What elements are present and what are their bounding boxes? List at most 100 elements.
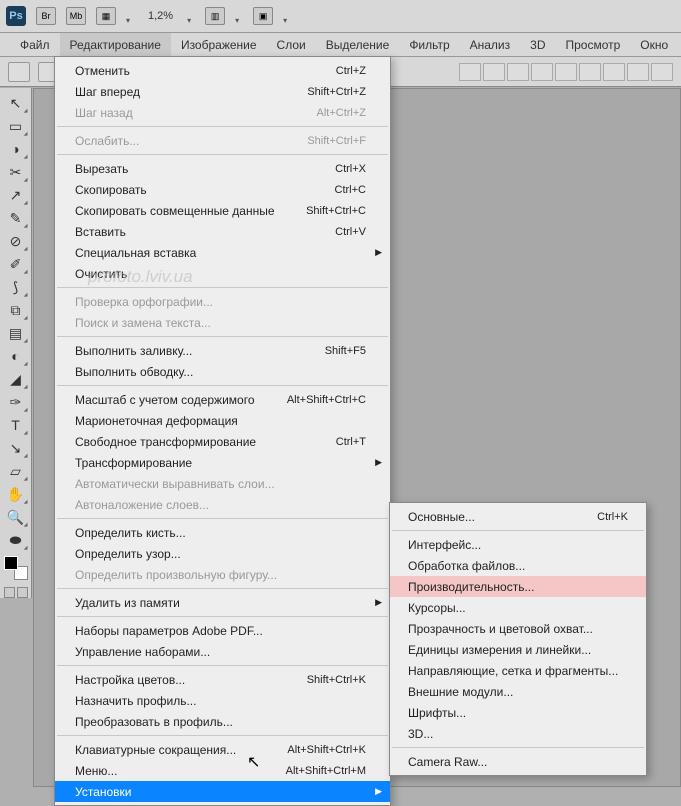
menu-item[interactable]: Производительность... [390, 576, 646, 597]
menu-item-label: Автоматически выравнивать слои... [75, 477, 275, 491]
menu-item[interactable]: ВырезатьCtrl+X [55, 158, 390, 179]
zoom-level[interactable]: 1,2% [144, 10, 177, 22]
dropdown-arrow-icon[interactable] [235, 12, 243, 20]
menu-item[interactable]: Настройка цветов...Shift+Ctrl+K [55, 669, 390, 690]
tool-14[interactable]: T [3, 414, 29, 436]
tool-2[interactable]: ◑ [3, 138, 29, 160]
menu-item[interactable]: 3D... [390, 723, 646, 744]
bridge-icon[interactable]: Br [36, 7, 56, 25]
tool-16[interactable]: ▱ [3, 460, 29, 482]
menu-item[interactable]: Скопировать совмещенные данныеShift+Ctrl… [55, 200, 390, 221]
menu-item[interactable]: ОтменитьCtrl+Z [55, 60, 390, 81]
menu-filter[interactable]: Фильтр [399, 33, 459, 56]
menu-item[interactable]: Выполнить обводку... [55, 361, 390, 382]
screen-icon[interactable]: ▣ [253, 7, 273, 25]
tool-18[interactable]: 🔍 [3, 506, 29, 528]
fg-color[interactable] [4, 556, 18, 570]
arrange-icon[interactable]: ▥ [205, 7, 225, 25]
align-icon[interactable] [651, 63, 673, 81]
mask-icon[interactable] [17, 587, 28, 598]
menu-separator [57, 588, 388, 589]
menu-item-label: Клавиатурные сокращения... [75, 743, 236, 757]
tool-9[interactable]: ⧉ [3, 299, 29, 321]
menu-select[interactable]: Выделение [316, 33, 400, 56]
tool-10[interactable]: ▤ [3, 322, 29, 344]
ps-logo-icon: Ps [6, 6, 26, 26]
menu-3d[interactable]: 3D [520, 33, 555, 56]
tool-6[interactable]: ⊘ [3, 230, 29, 252]
align-icon[interactable] [579, 63, 601, 81]
minibridge-icon[interactable]: Mb [66, 7, 86, 25]
menu-item[interactable]: Трансформирование▶ [55, 452, 390, 473]
align-icon[interactable] [507, 63, 529, 81]
tool-15[interactable]: ↘ [3, 437, 29, 459]
tool-1[interactable]: ▭ [3, 115, 29, 137]
menu-item[interactable]: Курсоры... [390, 597, 646, 618]
menu-item[interactable]: Преобразовать в профиль... [55, 711, 390, 732]
menu-item[interactable]: Масштаб с учетом содержимогоAlt+Shift+Ct… [55, 389, 390, 410]
menu-shortcut: Shift+Ctrl+C [306, 205, 366, 217]
tool-19[interactable]: ⬬ [3, 529, 29, 551]
tool-7[interactable]: ✐ [3, 253, 29, 275]
menu-item[interactable]: Основные...Ctrl+K [390, 506, 646, 527]
menu-item-label: Настройка цветов... [75, 673, 185, 687]
dropdown-arrow-icon[interactable] [283, 12, 291, 20]
dropdown-arrow-icon[interactable] [126, 12, 134, 20]
menu-separator [57, 287, 388, 288]
menu-item[interactable]: Шаг впередShift+Ctrl+Z [55, 81, 390, 102]
menu-image[interactable]: Изображение [171, 33, 267, 56]
tool-12[interactable]: ◢ [3, 368, 29, 390]
menu-item[interactable]: Внешние модули... [390, 681, 646, 702]
tool-11[interactable]: ◐ [3, 345, 29, 367]
align-icon[interactable] [459, 63, 481, 81]
tool-8[interactable]: ⟆ [3, 276, 29, 298]
tool-17[interactable]: ✋ [3, 483, 29, 505]
menu-item[interactable]: Меню...Alt+Shift+Ctrl+M [55, 760, 390, 781]
menu-item[interactable]: Марионеточная деформация [55, 410, 390, 431]
tool-3[interactable]: ✂ [3, 161, 29, 183]
menu-item[interactable]: Определить кисть... [55, 522, 390, 543]
tool-preset-icon[interactable] [8, 62, 30, 82]
align-icon[interactable] [483, 63, 505, 81]
tool-5[interactable]: ✎ [3, 207, 29, 229]
menu-item[interactable]: Специальная вставка▶ [55, 242, 390, 263]
menu-item-label: Выполнить обводку... [75, 365, 193, 379]
menu-analysis[interactable]: Анализ [460, 33, 521, 56]
menu-layers[interactable]: Слои [267, 33, 316, 56]
menu-item[interactable]: СкопироватьCtrl+C [55, 179, 390, 200]
menu-window[interactable]: Окно [630, 33, 678, 56]
menu-item[interactable]: Направляющие, сетка и фрагменты... [390, 660, 646, 681]
menu-item[interactable]: Назначить профиль... [55, 690, 390, 711]
align-icon[interactable] [627, 63, 649, 81]
menu-item[interactable]: Camera Raw... [390, 751, 646, 772]
menu-edit[interactable]: Редактирование [60, 33, 171, 56]
menu-item-label: Ослабить... [75, 134, 139, 148]
menu-item[interactable]: Шрифты... [390, 702, 646, 723]
align-icon[interactable] [603, 63, 625, 81]
menu-item[interactable]: Установки▶ [55, 781, 390, 802]
screen-mode-icon[interactable]: ▦ [96, 7, 116, 25]
menu-item[interactable]: Интерфейс... [390, 534, 646, 555]
menu-file[interactable]: Файл [10, 33, 60, 56]
menu-view[interactable]: Просмотр [555, 33, 630, 56]
menu-item[interactable]: ВставитьCtrl+V [55, 221, 390, 242]
menu-item[interactable]: Наборы параметров Adobe PDF... [55, 620, 390, 641]
menu-item[interactable]: Удалить из памяти▶ [55, 592, 390, 613]
color-swatches[interactable] [4, 556, 28, 580]
dropdown-arrow-icon[interactable] [187, 12, 195, 20]
menu-item[interactable]: Определить узор... [55, 543, 390, 564]
align-icon[interactable] [555, 63, 577, 81]
menu-item[interactable]: Очистить [55, 263, 390, 284]
menu-item[interactable]: Выполнить заливку...Shift+F5 [55, 340, 390, 361]
mask-icon[interactable] [4, 587, 15, 598]
menu-item[interactable]: Прозрачность и цветовой охват... [390, 618, 646, 639]
menu-item[interactable]: Управление наборами... [55, 641, 390, 662]
menu-item[interactable]: Свободное трансформированиеCtrl+T [55, 431, 390, 452]
menu-item[interactable]: Клавиатурные сокращения...Alt+Shift+Ctrl… [55, 739, 390, 760]
tool-4[interactable]: ↗ [3, 184, 29, 206]
tool-0[interactable]: ↖ [3, 92, 29, 114]
align-icon[interactable] [531, 63, 553, 81]
menu-item[interactable]: Единицы измерения и линейки... [390, 639, 646, 660]
tool-13[interactable]: ✑ [3, 391, 29, 413]
menu-item[interactable]: Обработка файлов... [390, 555, 646, 576]
